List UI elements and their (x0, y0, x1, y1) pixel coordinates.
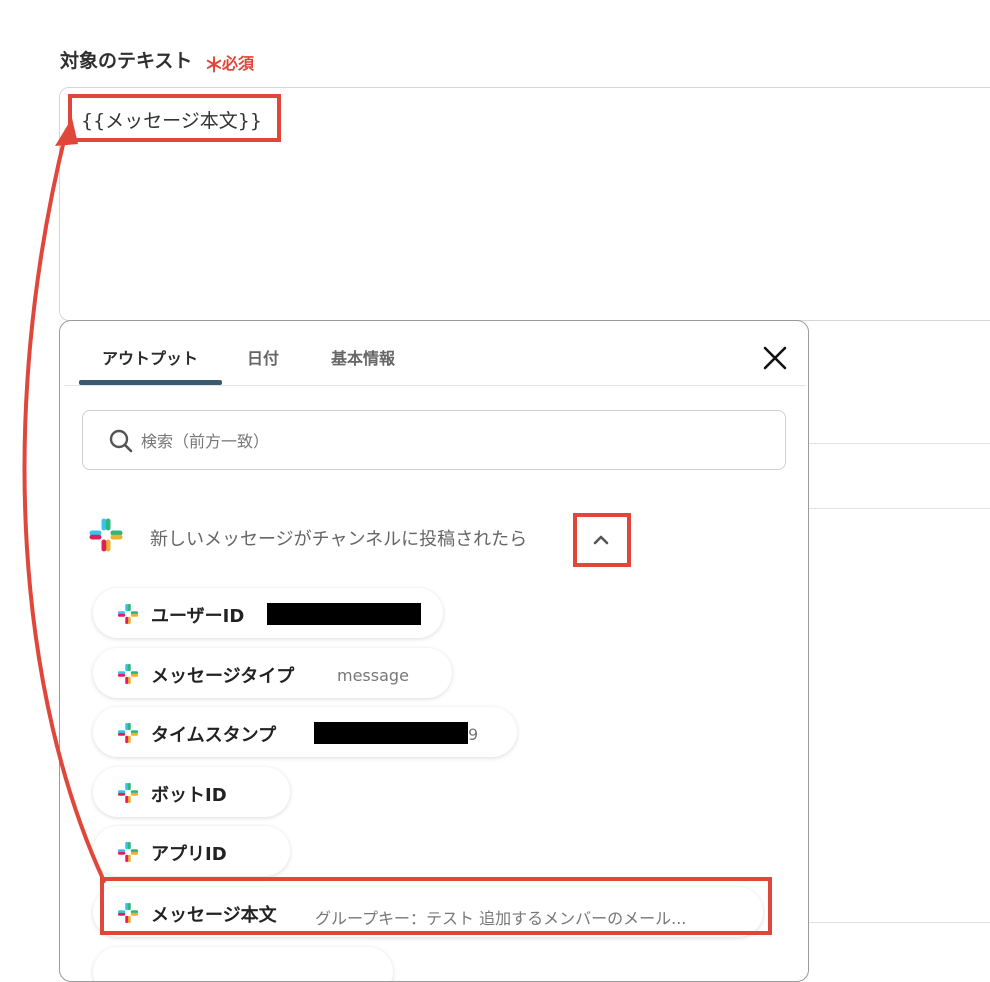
search-icon (108, 428, 134, 454)
slack-icon (117, 603, 139, 625)
redacted-value (267, 603, 421, 625)
item-label: アプリID (151, 844, 227, 865)
search-input[interactable] (139, 411, 763, 471)
slack-icon (117, 722, 139, 744)
output-item-user-id[interactable]: ユーザーID (93, 588, 443, 638)
slack-icon (117, 782, 139, 804)
slack-icon (117, 663, 139, 685)
section-title: 新しいメッセージがチャンネルに投稿されたら (150, 529, 528, 550)
item-label: メッセージタイプ (151, 666, 295, 687)
highlight-message-body (100, 877, 772, 935)
tabs-divider (64, 385, 806, 386)
redacted-value (314, 722, 468, 744)
required-asterisk: ＊ (204, 53, 224, 77)
output-item-timestamp[interactable]: タイムスタンプ 9 (93, 707, 517, 757)
tab-date[interactable]: 日付 (247, 345, 279, 369)
item-label: ボットID (151, 785, 227, 806)
item-label: タイムスタンプ (151, 725, 277, 746)
output-item-app-id[interactable]: アプリID (93, 826, 290, 876)
highlight-textarea-value (68, 94, 281, 142)
form-divider (808, 443, 990, 444)
close-icon[interactable] (760, 343, 790, 373)
tab-bar: アウトプット 日付 基本情報 (60, 321, 808, 387)
form-divider (808, 508, 990, 509)
item-value: 9 (468, 725, 479, 744)
item-value: message (337, 666, 409, 685)
search-box (82, 410, 786, 471)
item-label: ユーザーID (151, 606, 245, 627)
required-label: 必須 (222, 54, 255, 73)
form-divider (808, 922, 990, 923)
output-item-message-type[interactable]: メッセージタイプ message (93, 648, 452, 698)
trigger-section-header[interactable]: 新しいメッセージがチャンネルに投稿されたら (60, 517, 808, 557)
slack-icon (88, 517, 124, 553)
tab-output[interactable]: アウトプット (102, 345, 198, 369)
output-item-partial[interactable] (93, 947, 393, 981)
output-item-bot-id[interactable]: ボットID (93, 767, 290, 817)
tab-basic-info[interactable]: 基本情報 (331, 345, 395, 369)
highlight-chevron (573, 513, 631, 567)
slack-icon (117, 841, 139, 863)
field-label: 対象のテキスト (60, 50, 193, 72)
